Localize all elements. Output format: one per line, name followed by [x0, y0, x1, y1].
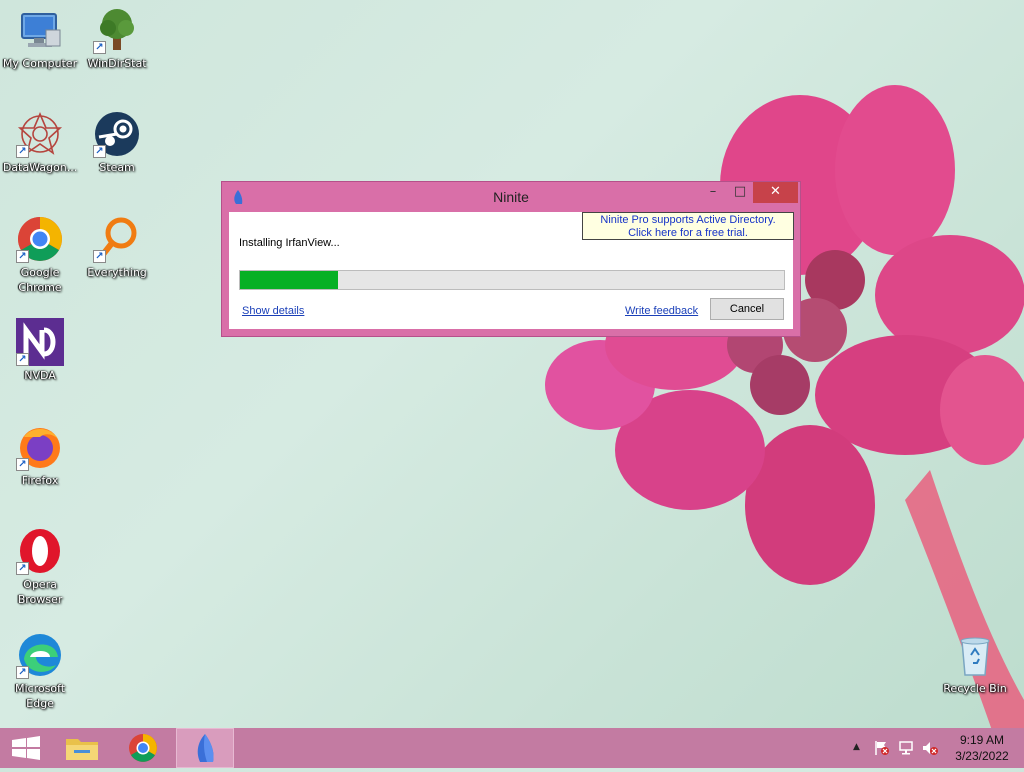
shortcut-arrow-icon: ↗: [93, 145, 106, 158]
desktop-icon-label: Google Chrome: [18, 266, 62, 294]
nvda-icon: ↗: [16, 318, 64, 366]
steam-icon: ↗: [93, 110, 141, 158]
close-button[interactable]: ✕: [753, 182, 798, 203]
desktop-icon-label: WinDirStat: [87, 57, 147, 70]
taskbar: ▲ 9:19 AM 3/23/2022: [0, 728, 1024, 768]
shortcut-arrow-icon: ↗: [16, 458, 29, 471]
shortcut-arrow-icon: ↗: [16, 666, 29, 679]
desktop-icon-label: Microsoft Edge: [14, 682, 66, 710]
desktop-icon-steam[interactable]: ↗ Steam: [77, 110, 157, 175]
windows-logo-icon: [12, 736, 40, 760]
ninite-app-icon: [197, 734, 214, 762]
shortcut-arrow-icon: ↗: [16, 353, 29, 366]
folder-icon: [66, 739, 98, 760]
computer-icon: [16, 6, 64, 54]
windirstat-icon: ↗: [93, 6, 141, 54]
chrome-icon: ↗: [16, 215, 64, 263]
minimize-button[interactable]: –: [698, 182, 728, 203]
volume-muted-icon[interactable]: [922, 740, 938, 756]
clock-time: 9:19 AM: [959, 733, 1005, 747]
network-icon[interactable]: [898, 740, 914, 756]
desktop-icon-opera[interactable]: ↗ Opera Browser: [0, 527, 80, 607]
chrome-icon: [129, 734, 157, 762]
desktop-icon-label: Everything: [87, 266, 147, 279]
promo-line-1: Ninite Pro supports Active Directory.: [600, 214, 776, 226]
action-center-flag-icon[interactable]: [874, 740, 890, 756]
promo-line-2: Click here for a free trial.: [628, 227, 748, 239]
title-bar[interactable]: Ninite – □ ✕: [222, 182, 800, 212]
cancel-button[interactable]: Cancel: [710, 298, 784, 320]
window-client-area: Ninite Pro supports Active Directory. Cl…: [229, 212, 794, 329]
progress-bar: [239, 270, 785, 290]
install-status: Installing IrfanView...: [239, 237, 340, 249]
taskbar-chrome[interactable]: [114, 728, 172, 768]
notification-area: ▲: [850, 728, 945, 768]
firefox-icon: ↗: [16, 423, 64, 471]
taskbar-ninite[interactable]: [176, 728, 234, 768]
desktop-icon-label: Steam: [99, 161, 135, 174]
desktop-icon-chrome[interactable]: ↗ Google Chrome: [0, 215, 80, 295]
progress-fill: [240, 271, 338, 289]
taskbar-clock[interactable]: 9:19 AM 3/23/2022: [948, 732, 1016, 764]
taskbar-file-explorer[interactable]: [54, 728, 112, 768]
desktop-icon-firefox[interactable]: ↗ Firefox: [0, 423, 80, 488]
shortcut-arrow-icon: ↗: [16, 562, 29, 575]
desktop-icon-everything[interactable]: ↗ Everything: [77, 215, 157, 280]
show-hidden-icons-button[interactable]: ▲: [853, 742, 860, 752]
desktop-icon-windirstat[interactable]: ↗ WinDirStat: [77, 6, 157, 71]
start-button[interactable]: [0, 728, 58, 768]
desktop-icon-my-computer[interactable]: My Computer: [0, 6, 80, 71]
show-details-link[interactable]: Show details: [242, 305, 304, 317]
desktop-icon-recycle-bin[interactable]: Recycle Bin: [935, 631, 1015, 696]
desktop-icon-label: NVDA: [24, 369, 56, 382]
recycle-bin-icon: [951, 631, 999, 679]
desktop-icon-label: My Computer: [2, 57, 78, 70]
desktop-icon-label: DataWagon...: [2, 161, 78, 174]
desktop-icon-label: Recycle Bin: [943, 682, 1007, 695]
edge-icon: ↗: [16, 631, 64, 679]
clock-date: 3/23/2022: [955, 749, 1009, 763]
desktop-icon-edge[interactable]: ↗ Microsoft Edge: [0, 631, 80, 711]
ninite-pro-promo[interactable]: Ninite Pro supports Active Directory. Cl…: [582, 212, 794, 240]
everything-icon: ↗: [93, 215, 141, 263]
ninite-window: Ninite – □ ✕ Ninite Pro supports Active …: [221, 181, 801, 337]
desktop-icon-label: Firefox: [21, 474, 59, 487]
shortcut-arrow-icon: ↗: [16, 250, 29, 263]
shortcut-arrow-icon: ↗: [16, 145, 29, 158]
shortcut-arrow-icon: ↗: [93, 250, 106, 263]
desktop-icon-label: Opera Browser: [17, 578, 63, 606]
desktop-icon-nvda[interactable]: ↗ NVDA: [0, 318, 80, 383]
shortcut-arrow-icon: ↗: [93, 41, 106, 54]
opera-icon: ↗: [16, 527, 64, 575]
write-feedback-link[interactable]: Write feedback: [625, 305, 698, 317]
datawagon-icon: ↗: [16, 110, 64, 158]
desktop-icon-datawagon[interactable]: ↗ DataWagon...: [0, 110, 80, 175]
maximize-button[interactable]: □: [725, 182, 755, 203]
